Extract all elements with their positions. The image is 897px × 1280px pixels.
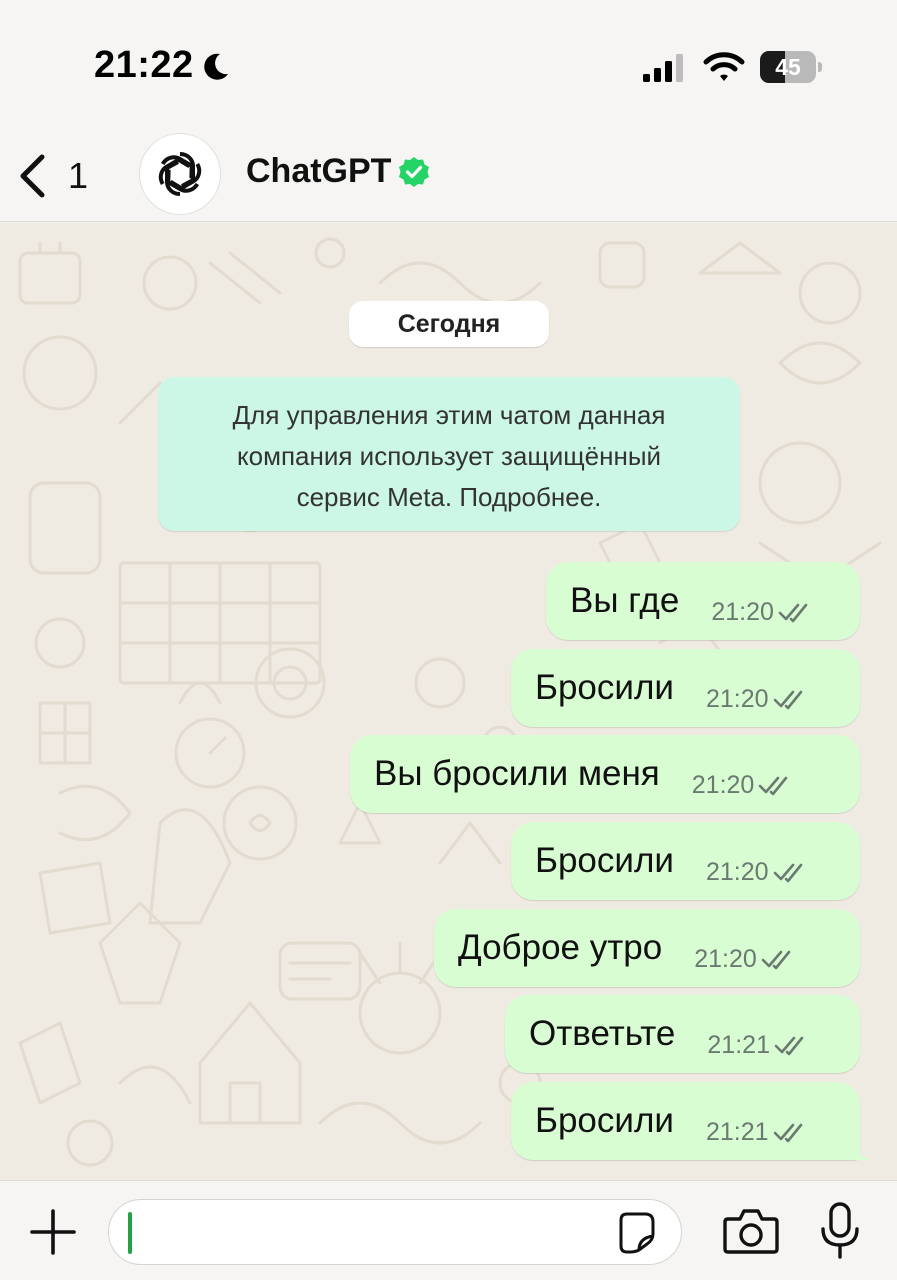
back-button[interactable]: 1 — [14, 146, 104, 206]
message-time: 21:20 — [705, 684, 769, 713]
outgoing-message[interactable]: Доброе утро 21:20 — [434, 909, 860, 987]
message-text: Доброе утро — [458, 928, 663, 967]
read-receipt-icon — [761, 950, 791, 970]
moon-icon — [204, 53, 228, 80]
status-time: 21:22 — [94, 44, 194, 86]
message-input[interactable] — [108, 1199, 682, 1265]
contact-name: ChatGPT — [246, 152, 392, 190]
read-receipt-icon — [773, 1123, 802, 1143]
encryption-notice-line: сервис Meta. Подробнее. — [296, 482, 602, 512]
camera-icon[interactable] — [722, 1205, 780, 1257]
contact-info[interactable]: ChatGPT — [246, 152, 431, 191]
verified-badge-icon — [399, 156, 430, 187]
date-separator: Сегодня — [349, 301, 549, 347]
encryption-notice[interactable]: Для управления этим чатом данная компани… — [158, 377, 740, 531]
chat-area[interactable]: Сегодня Для управления этим чатом данная… — [0, 223, 897, 1180]
message-text: Бросили — [535, 668, 674, 707]
bubble-tail — [846, 1138, 870, 1160]
message-text: Вы где — [570, 581, 680, 620]
cellular-signal-icon — [643, 54, 683, 82]
sticker-icon[interactable] — [613, 1210, 659, 1256]
battery-percent: 45 — [775, 54, 801, 80]
unread-chats-count: 1 — [68, 155, 89, 196]
outgoing-message[interactable]: Бросили 21:20 — [511, 822, 860, 900]
chat-header: 1 ChatGPT — [0, 130, 897, 222]
openai-logo-icon — [158, 152, 202, 196]
avatar[interactable] — [139, 133, 221, 215]
status-bar: 21:22 45 — [0, 0, 897, 130]
plus-icon[interactable] — [28, 1207, 78, 1257]
message-time: 21:20 — [691, 770, 755, 799]
read-receipt-icon — [759, 776, 788, 796]
battery-icon: 45 — [760, 51, 822, 83]
text-caret — [128, 1212, 132, 1254]
microphone-icon[interactable] — [818, 1201, 862, 1261]
back-chevron-icon — [20, 154, 45, 198]
message-text: Вы бросили меня — [374, 754, 660, 793]
outgoing-message[interactable]: Вы где 21:20 — [546, 562, 860, 640]
wifi-icon — [703, 52, 745, 81]
message-time: 21:20 — [694, 944, 757, 973]
encryption-notice-line: компания использует защищённый — [236, 441, 662, 471]
battery-nub — [818, 62, 822, 72]
read-receipt-icon — [773, 863, 802, 883]
read-receipt-icon — [778, 603, 808, 623]
outgoing-message[interactable]: Бросили 21:21 — [511, 1082, 870, 1160]
message-text: Бросили — [535, 841, 674, 880]
outgoing-message[interactable]: Вы бросили меня 21:20 — [350, 735, 860, 813]
message-text: Ответьте — [529, 1014, 676, 1053]
message-text: Бросили — [535, 1101, 674, 1140]
message-time: 21:21 — [707, 1030, 770, 1059]
message-time: 21:21 — [705, 1117, 769, 1146]
message-input-bar — [0, 1180, 897, 1280]
message-time: 21:20 — [711, 597, 774, 626]
read-receipt-icon — [774, 1036, 804, 1056]
encryption-notice-line: Для управления этим чатом данная — [232, 400, 666, 430]
battery-shell: 45 — [760, 51, 816, 83]
outgoing-message[interactable]: Ответьте 21:21 — [505, 995, 860, 1073]
outgoing-message[interactable]: Бросили 21:20 — [511, 649, 860, 727]
message-time: 21:20 — [705, 857, 769, 886]
read-receipt-icon — [773, 690, 802, 710]
